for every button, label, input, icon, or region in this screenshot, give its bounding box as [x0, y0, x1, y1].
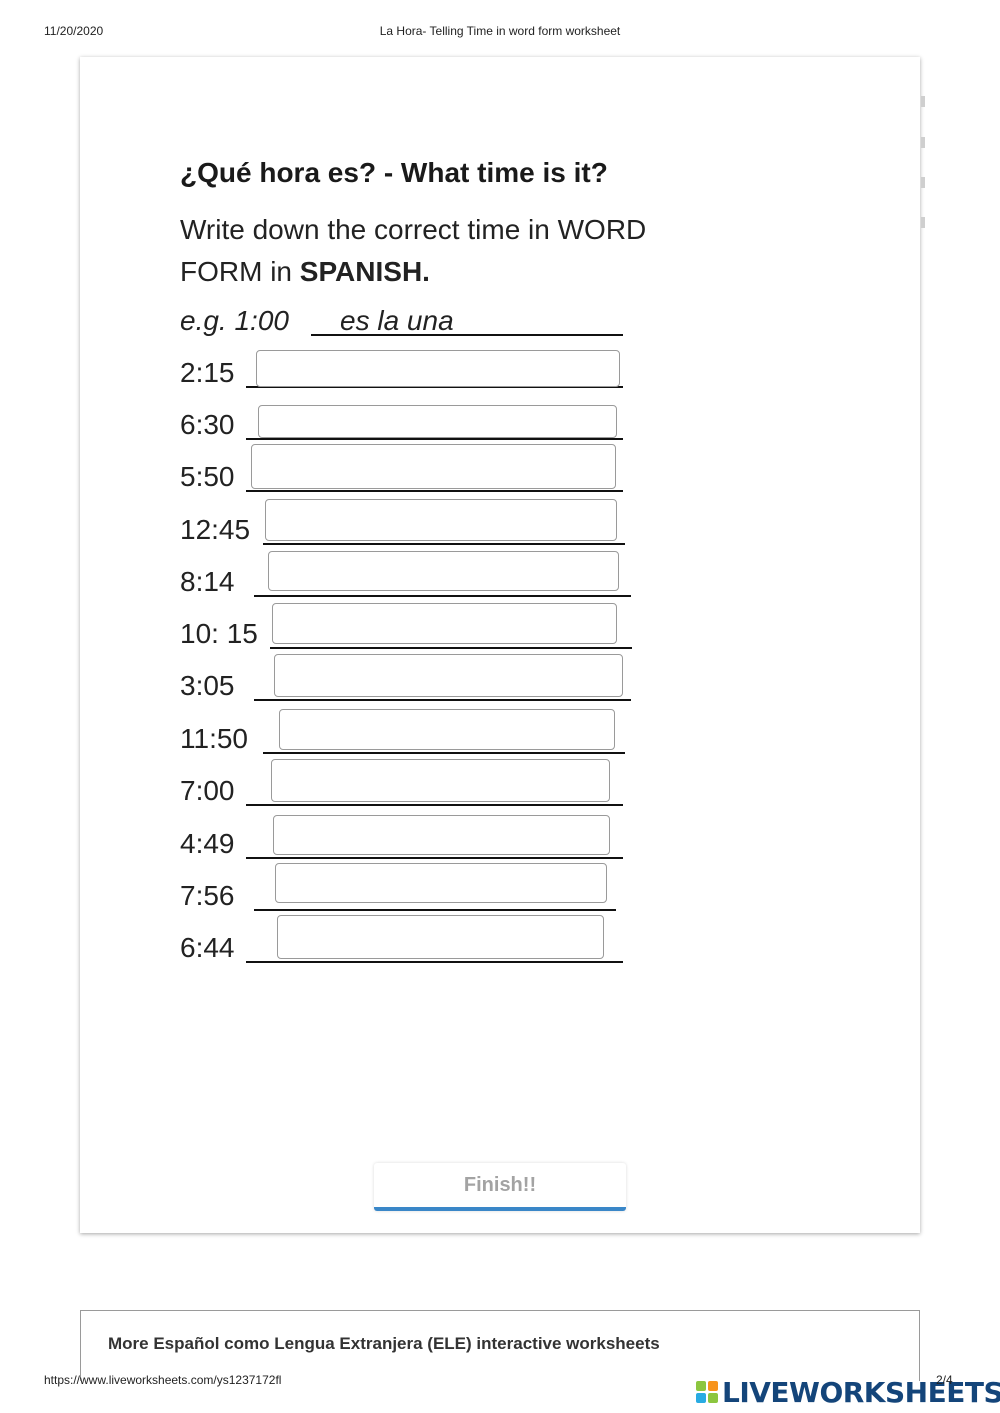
instruction-line-2: FORM in SPANISH.: [180, 251, 760, 293]
time-label: 10: 15: [180, 618, 258, 649]
answer-input[interactable]: [258, 405, 617, 438]
answer-input[interactable]: [274, 654, 623, 697]
time-label: 4:49: [180, 828, 235, 859]
time-label: 6:44: [180, 932, 235, 963]
instruction-line-1: Write down the correct time in WORD: [180, 214, 647, 245]
more-worksheets-panel: More Español como Lengua Extranjera (ELE…: [80, 1310, 920, 1381]
logo-tile: [696, 1393, 706, 1403]
worksheet-heading: ¿Qué hora es? - What time is it?: [180, 157, 608, 188]
liveworksheets-logo-icon: [696, 1381, 718, 1403]
time-label: 6:30: [180, 409, 235, 440]
answer-line: [263, 543, 625, 545]
logo-tile: [696, 1381, 706, 1391]
answer-input[interactable]: [271, 759, 610, 802]
answer-input[interactable]: [273, 815, 610, 855]
logo-tile: [708, 1393, 718, 1403]
print-page-title: La Hora- Telling Time in word form works…: [379, 24, 621, 38]
answer-line: [246, 490, 623, 492]
time-label: 5:50: [180, 461, 235, 492]
print-page-number: 2/4: [936, 1373, 953, 1387]
answer-line: [246, 438, 623, 440]
time-label: 7:56: [180, 880, 235, 911]
answer-line: [254, 699, 631, 701]
example-label: e.g. 1:00: [180, 305, 289, 336]
instruction-line-2-prefix: FORM in: [180, 256, 300, 287]
instruction-language: SPANISH.: [299, 256, 430, 287]
answer-input[interactable]: [256, 350, 620, 387]
answer-line: [270, 647, 632, 649]
time-label: 8:14: [180, 566, 235, 597]
answer-line: [246, 804, 623, 806]
scrollbar-mark: [921, 217, 925, 228]
print-footer-url: https://www.liveworksheets.com/ys1237172…: [44, 1373, 282, 1387]
answer-input[interactable]: [272, 603, 617, 644]
scrollbar-mark: [921, 96, 925, 107]
answer-line: [263, 752, 625, 754]
time-label: 2:15: [180, 357, 235, 388]
brand-name: LIVEWORKSHEETS: [722, 1375, 1000, 1409]
logo-tile: [708, 1381, 718, 1391]
finish-button[interactable]: Finish!!: [374, 1163, 626, 1211]
scrollbar-mark: [921, 137, 925, 148]
answer-input[interactable]: [275, 863, 607, 903]
time-label: 3:05: [180, 670, 235, 701]
answer-line: [254, 595, 631, 597]
answer-line: [254, 909, 616, 911]
more-worksheets-link[interactable]: More Español como Lengua Extranjera (ELE…: [108, 1334, 660, 1354]
answer-input[interactable]: [268, 551, 619, 591]
example-answer: es la una: [340, 305, 454, 336]
answer-input[interactable]: [265, 499, 617, 541]
answer-input[interactable]: [251, 444, 616, 489]
answer-input[interactable]: [279, 709, 615, 750]
scrollbar-mark: [921, 177, 925, 188]
answer-line: [246, 961, 623, 963]
liveworksheets-logo: LIVEWORKSHEETS: [696, 1374, 1000, 1410]
answer-line: [246, 857, 623, 859]
time-label: 7:00: [180, 775, 235, 806]
time-label: 12:45: [180, 514, 251, 545]
example-answer-line: [311, 334, 623, 336]
example-row: e.g. 1:00 es la una: [180, 305, 623, 337]
time-label: 11:50: [180, 723, 248, 754]
worksheet-instructions: Write down the correct time in WORD FORM…: [180, 209, 760, 293]
answer-input[interactable]: [277, 915, 604, 959]
